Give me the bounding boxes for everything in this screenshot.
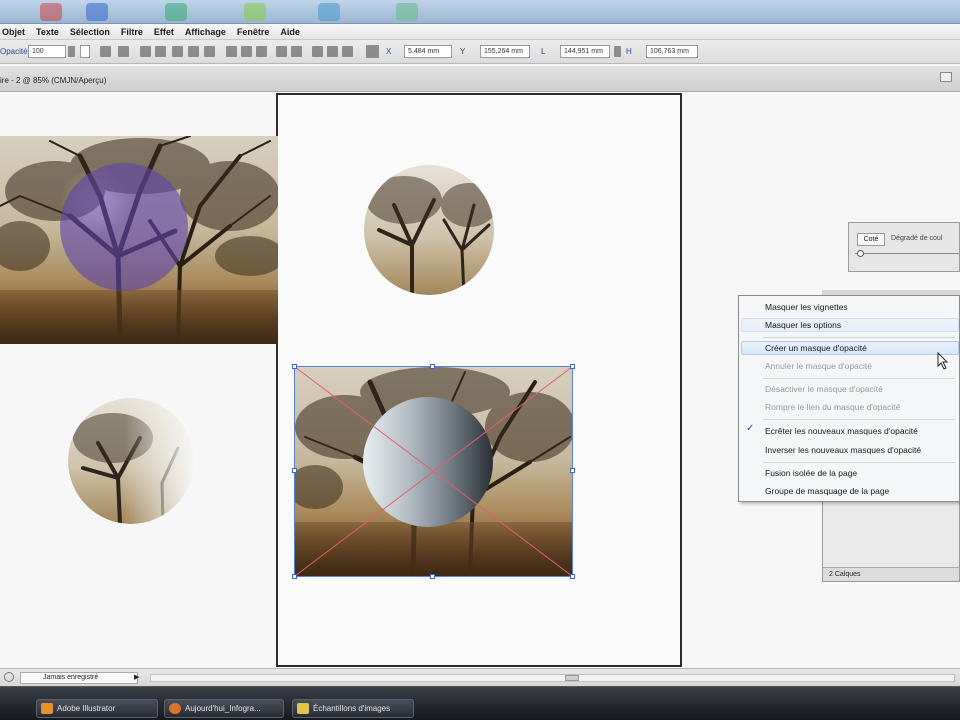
menu-effet[interactable]: Effet — [154, 27, 174, 37]
scrollbar-thumb[interactable] — [565, 675, 579, 681]
menu-item-unlink-opacity-mask[interactable]: Rompre le lien du masque d'opacité — [765, 402, 900, 412]
document-tab[interactable]: ire - 2 @ 85% (CMJN/Aperçu) — [0, 66, 960, 92]
menu-item-release-opacity-mask[interactable]: Annuler le masque d'opacité — [765, 361, 872, 371]
menu-selection[interactable]: Sélection — [70, 27, 110, 37]
menu-objet[interactable]: Objet — [2, 27, 25, 37]
app-icon — [40, 3, 62, 21]
status-bar: Jamais enregistré ▶ — [0, 668, 960, 686]
menu-item-hide-thumbnails[interactable]: Masquer les vignettes — [765, 302, 848, 312]
purple-circle[interactable] — [60, 163, 188, 291]
height-label: H — [626, 47, 632, 56]
height-input[interactable]: 106,763 mm — [646, 45, 698, 58]
menu-affichage[interactable]: Affichage — [185, 27, 226, 37]
horizontal-scrollbar[interactable] — [150, 674, 955, 682]
control-bar: Opacité : 100 X 5,484 mm Y 155,264 mm L … — [0, 40, 960, 64]
resize-handle[interactable] — [430, 574, 435, 579]
opacity-slider[interactable] — [855, 250, 959, 263]
layers-panel-footer: 2 Calques — [823, 567, 959, 581]
app-icon — [244, 3, 266, 21]
taskbar: Adobe Illustrator Aujourd'hui_Infogra...… — [0, 686, 960, 720]
document-title: ire - 2 @ 85% (CMJN/Aperçu) — [0, 76, 107, 85]
link-icon[interactable] — [614, 46, 621, 57]
menu-fenetre[interactable]: Fenêtre — [237, 27, 270, 37]
transparency-panel: Coté Dégradé de coul — [848, 222, 960, 272]
app-icon — [86, 3, 108, 21]
style-icon[interactable] — [100, 46, 111, 57]
align-icon[interactable] — [172, 46, 183, 57]
zoom-icon[interactable] — [4, 672, 14, 682]
y-label: Y — [460, 47, 466, 56]
distribute-icon[interactable] — [276, 46, 287, 57]
menu-item-clip-new-masks[interactable]: Ecrêter les nouveaux masques d'opacité — [765, 426, 918, 436]
resize-handle[interactable] — [430, 364, 435, 369]
opacity-input[interactable]: 100 — [28, 45, 66, 58]
taskbar-item-image-samples[interactable]: Échantillons d'images — [292, 699, 414, 718]
tree-photo[interactable] — [0, 136, 278, 344]
layer-count: 2 Calques — [829, 571, 861, 578]
save-status: Jamais enregistré — [20, 672, 138, 684]
opacity-arrow-icon[interactable] — [68, 46, 75, 57]
circular-tree-image[interactable] — [364, 165, 494, 295]
tree-silhouette — [73, 413, 180, 524]
app-icon — [318, 3, 340, 21]
width-label: L — [541, 47, 546, 56]
menu-item-page-knockout-group[interactable]: Groupe de masquage de la page — [765, 486, 889, 496]
align-icon[interactable] — [118, 46, 129, 57]
selection-box[interactable] — [292, 364, 575, 579]
gradient-label: Dégradé de coul — [891, 235, 943, 242]
distribute-icon[interactable] — [327, 46, 338, 57]
app-icon — [165, 3, 187, 21]
menu-item-invert-new-masks[interactable]: Inverser les nouveaux masques d'opacité — [765, 445, 921, 455]
blend-mode-dropdown[interactable]: Coté — [857, 233, 885, 246]
distribute-icon[interactable] — [342, 46, 353, 57]
menu-item-hide-options[interactable]: Masquer les options — [765, 320, 841, 330]
resize-handle[interactable] — [570, 364, 575, 369]
resize-handle[interactable] — [292, 468, 297, 473]
align-icon[interactable] — [155, 46, 166, 57]
play-arrow-icon[interactable]: ▶ — [134, 673, 139, 681]
align-icon[interactable] — [188, 46, 199, 57]
opacity-percent-dropdown[interactable] — [80, 45, 90, 58]
x-label: X — [386, 47, 392, 56]
x-input[interactable]: 5,484 mm — [404, 45, 452, 58]
masked-circle-image[interactable] — [68, 398, 194, 524]
slider-knob[interactable] — [857, 250, 864, 257]
distribute-icon[interactable] — [291, 46, 302, 57]
menu-item-disable-opacity-mask[interactable]: Désactiver le masque d'opacité — [765, 384, 883, 394]
align-icon[interactable] — [140, 46, 151, 57]
distribute-icon[interactable] — [312, 46, 323, 57]
reference-point-icon[interactable] — [366, 45, 379, 58]
menu-aide[interactable]: Aide — [280, 27, 300, 37]
menu-item-page-isolated-blending[interactable]: Fusion isolée de la page — [765, 468, 857, 478]
transparency-panel-menu: Masquer les vignettes Masquer les option… — [738, 295, 960, 502]
resize-handle[interactable] — [292, 364, 297, 369]
menu-item-make-opacity-mask[interactable]: Créer un masque d'opacité — [765, 343, 867, 353]
window-title-bar — [0, 0, 960, 24]
resize-handle[interactable] — [570, 574, 575, 579]
tree-silhouette — [366, 176, 494, 295]
width-input[interactable]: 144,951 mm — [560, 45, 610, 58]
taskbar-item-browser[interactable]: Aujourd'hui_Infogra... — [164, 699, 284, 718]
folder-icon — [297, 703, 309, 714]
distribute-icon[interactable] — [226, 46, 237, 57]
distribute-icon[interactable] — [256, 46, 267, 57]
menu-bar: Objet Texte Sélection Filtre Effet Affic… — [0, 24, 960, 40]
distribute-icon[interactable] — [241, 46, 252, 57]
app-icon — [396, 3, 418, 21]
y-input[interactable]: 155,264 mm — [480, 45, 530, 58]
mouse-cursor-icon — [937, 352, 949, 370]
menu-texte[interactable]: Texte — [36, 27, 59, 37]
illustrator-icon — [41, 703, 53, 714]
menu-filtre[interactable]: Filtre — [121, 27, 143, 37]
checkmark-icon: ✓ — [746, 423, 755, 434]
resize-handle[interactable] — [570, 468, 575, 473]
close-icon[interactable] — [940, 72, 952, 82]
firefox-icon — [169, 703, 181, 714]
align-icon[interactable] — [204, 46, 215, 57]
taskbar-item-illustrator[interactable]: Adobe Illustrator — [36, 699, 158, 718]
resize-handle[interactable] — [292, 574, 297, 579]
